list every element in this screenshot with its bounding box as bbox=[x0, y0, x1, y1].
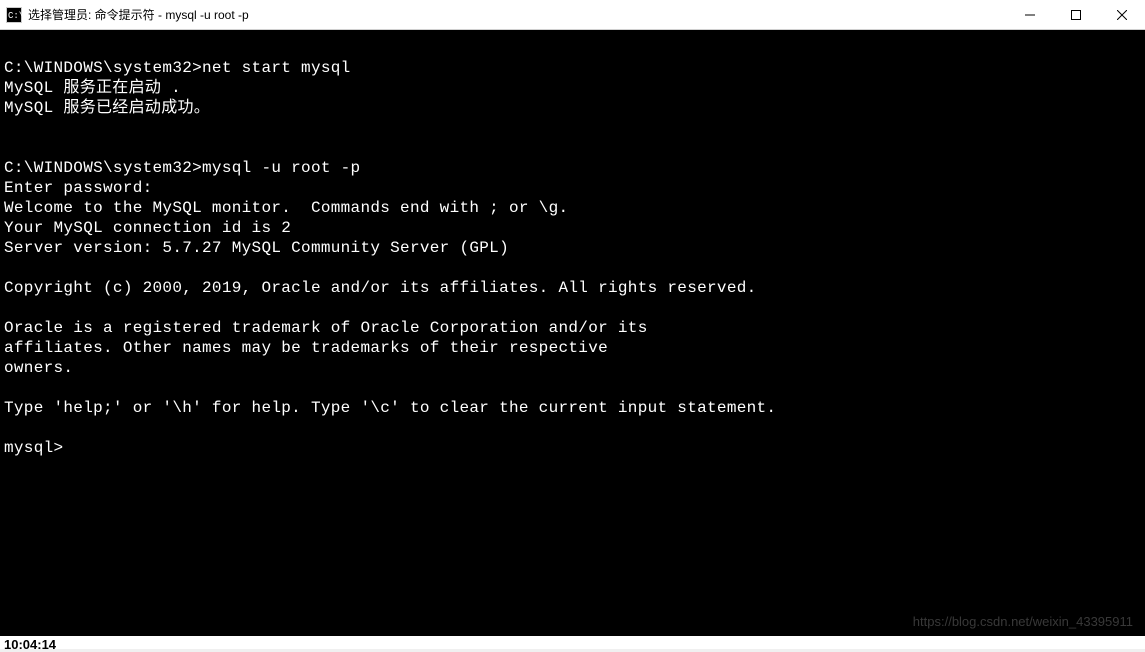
close-button[interactable] bbox=[1099, 0, 1145, 30]
cmd-icon: C:\ bbox=[6, 7, 22, 23]
titlebar[interactable]: C:\ 选择管理员: 命令提示符 - mysql -u root -p bbox=[0, 0, 1145, 30]
maximize-button[interactable] bbox=[1053, 0, 1099, 30]
bottom-strip: 10:04:14 bbox=[0, 636, 1145, 649]
terminal-output[interactable]: C:\WINDOWS\system32>net start mysql MySQ… bbox=[0, 30, 1145, 636]
bottom-time: 10:04:14 bbox=[4, 637, 56, 652]
window-controls bbox=[1007, 0, 1145, 29]
svg-text:C:\: C:\ bbox=[8, 11, 22, 21]
minimize-button[interactable] bbox=[1007, 0, 1053, 30]
command-prompt-window: C:\ 选择管理员: 命令提示符 - mysql -u root -p C:\W… bbox=[0, 0, 1145, 636]
window-title: 选择管理员: 命令提示符 - mysql -u root -p bbox=[28, 6, 1007, 23]
